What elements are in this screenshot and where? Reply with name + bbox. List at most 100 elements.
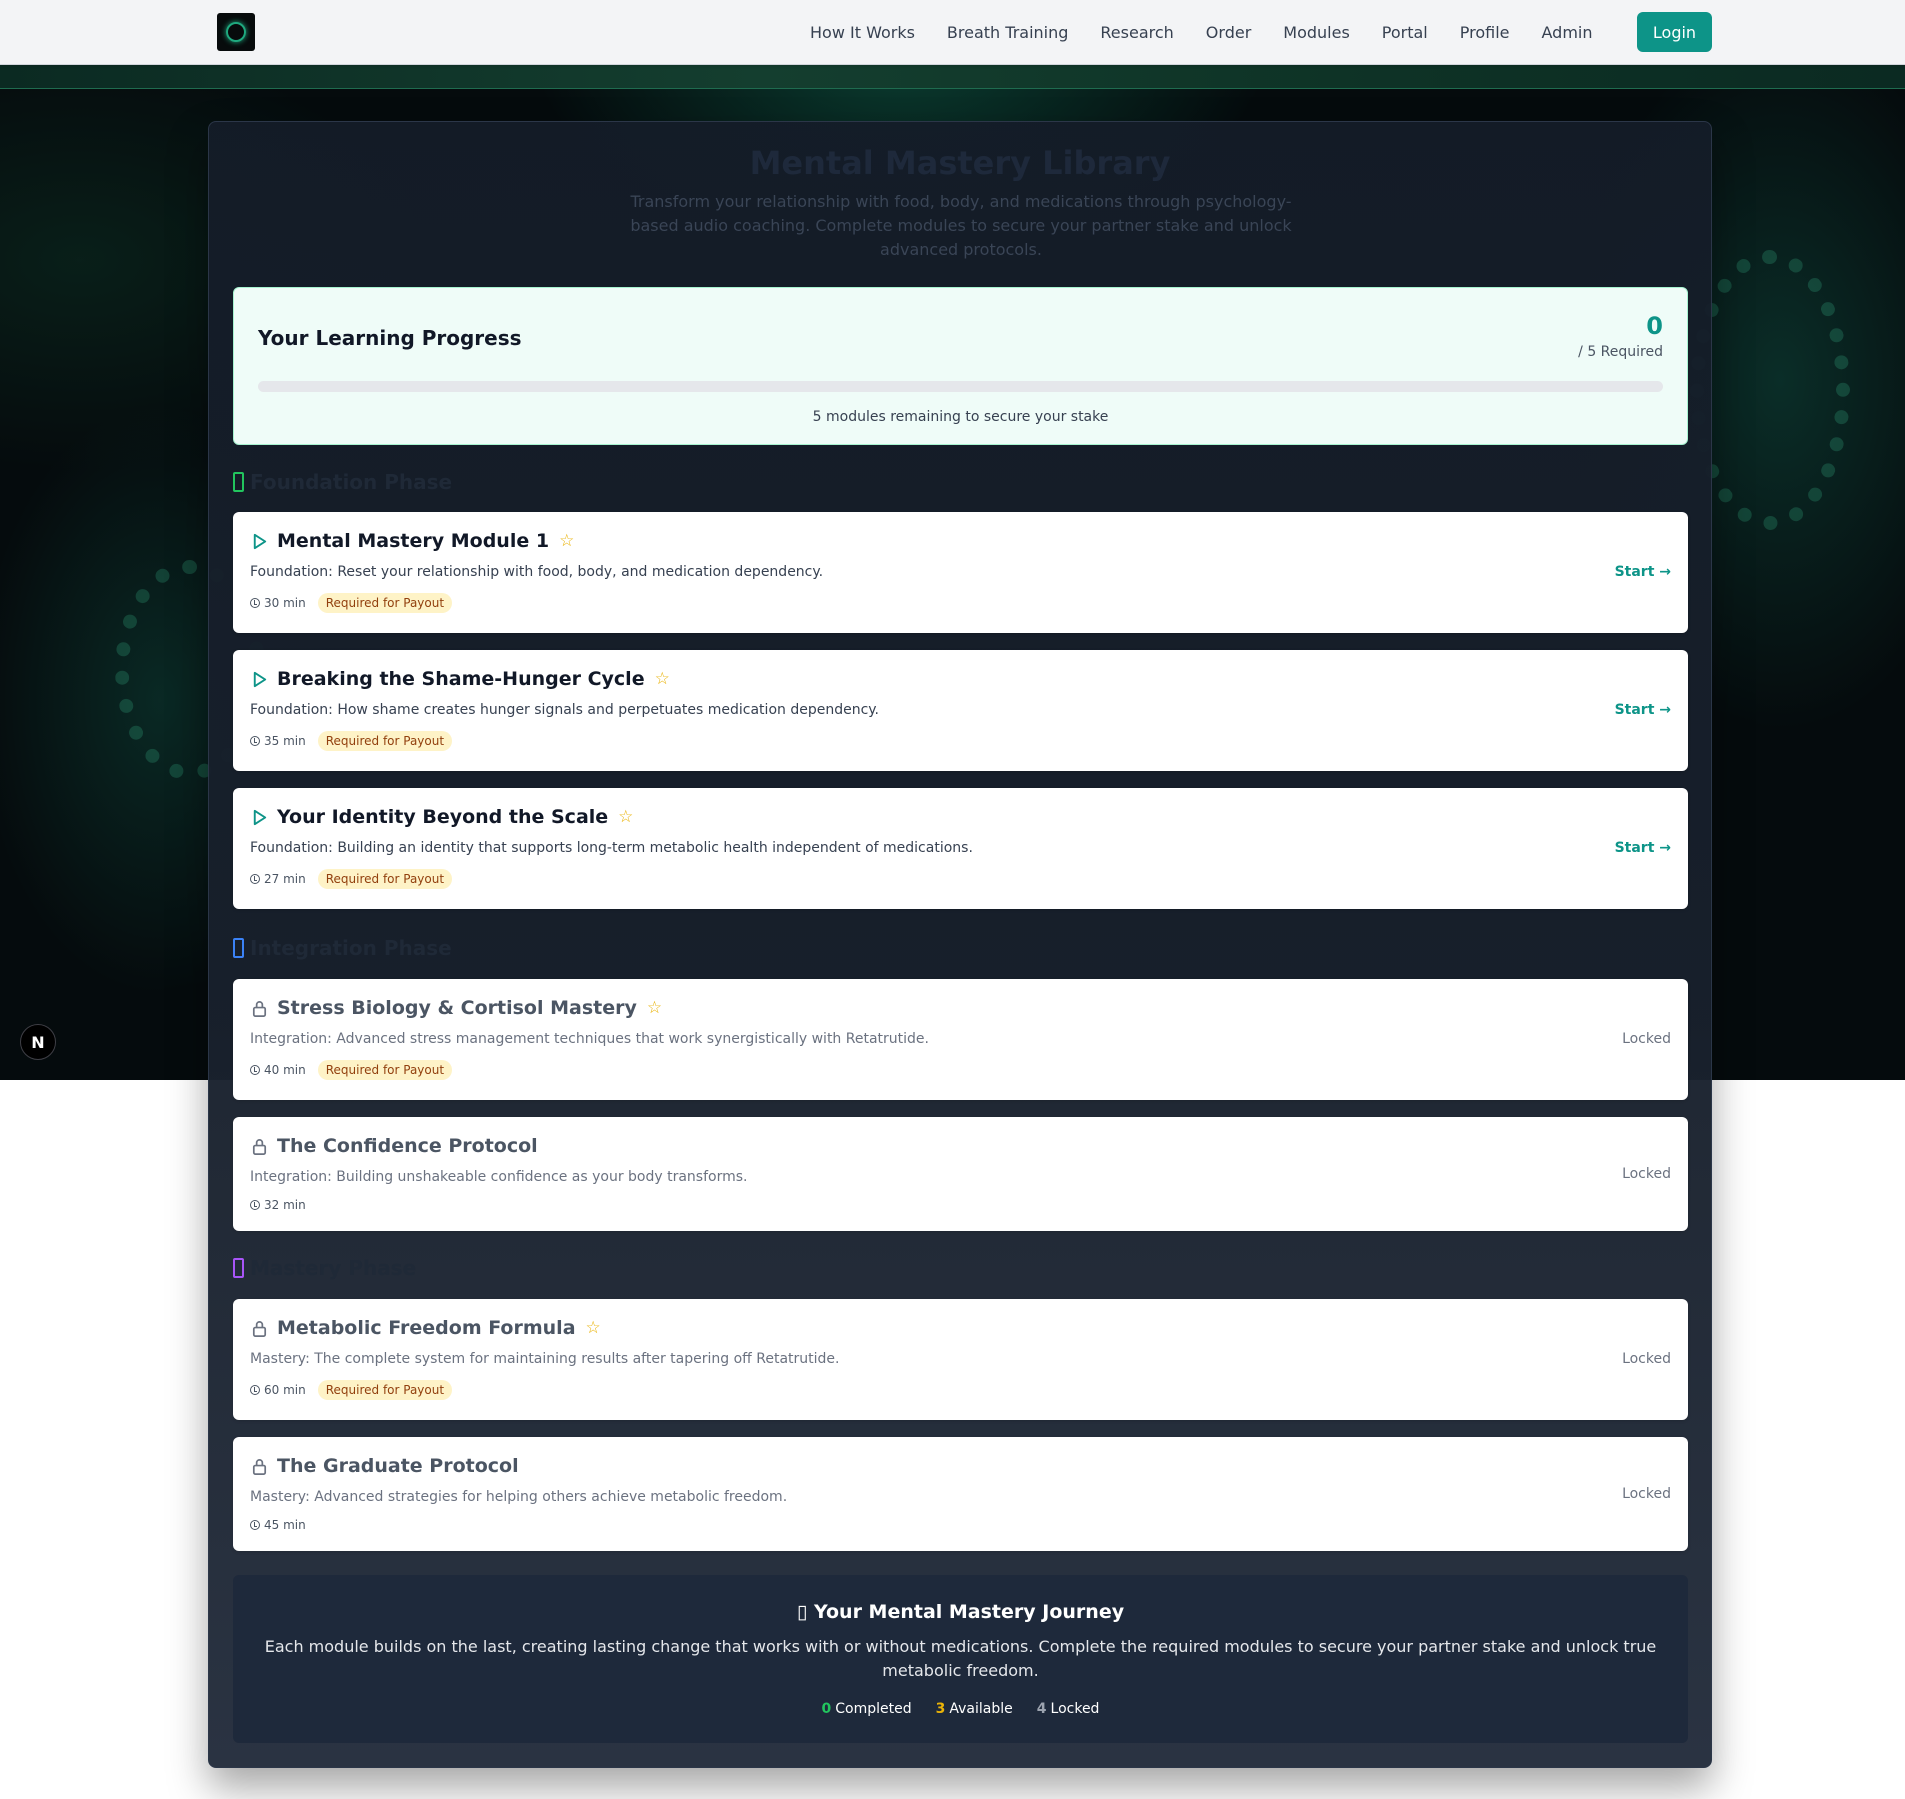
module-description: Foundation: Reset your relationship with… <box>250 564 824 580</box>
phase-marker-icon <box>233 938 244 958</box>
nav-link-order[interactable]: Order <box>1206 23 1251 42</box>
stat-value: 0 <box>821 1701 832 1717</box>
module-duration: 32 min <box>250 1198 306 1212</box>
module-title: Breaking the Shame-Hunger Cycle <box>277 668 645 690</box>
module-card-locked: Metabolic Freedom Formula ☆ Mastery: The… <box>233 1299 1688 1420</box>
module-description: Mastery: Advanced strategies for helping… <box>250 1489 788 1505</box>
module-title: Stress Biology & Cortisol Mastery <box>277 997 637 1019</box>
clock-icon <box>250 1385 260 1395</box>
play-icon <box>253 809 267 825</box>
progress-count: 0 <box>1646 312 1663 340</box>
stat-label: Locked <box>1050 1701 1100 1717</box>
module-header: Your Identity Beyond the Scale ☆ <box>250 806 633 828</box>
stat-value: 4 <box>1036 1701 1047 1717</box>
star-icon: ☆ <box>654 669 670 689</box>
nav-link-admin[interactable]: Admin <box>1542 23 1593 42</box>
duration-text: 27 min <box>264 872 306 886</box>
nav-link-profile[interactable]: Profile <box>1460 23 1510 42</box>
module-meta: 45 min <box>250 1518 306 1532</box>
progress-note: 5 modules remaining to secure your stake <box>812 409 1109 425</box>
nav-link-breath-training[interactable]: Breath Training <box>947 23 1068 42</box>
nav-links: How It Works Breath Training Research Or… <box>810 0 1625 65</box>
module-title: Mental Mastery Module 1 <box>277 530 550 552</box>
stat-label: Available <box>949 1701 1013 1717</box>
journey-summary: ▯ Your Mental Mastery Journey Each modul… <box>233 1575 1688 1743</box>
required-badge: Required for Payout <box>317 1380 453 1400</box>
nav-link-research[interactable]: Research <box>1100 23 1173 42</box>
dev-tools-badge[interactable]: N <box>20 1024 56 1060</box>
learning-progress-card: Your Learning Progress 0 / 5 Required 5 … <box>233 287 1688 445</box>
progress-bar <box>258 381 1663 392</box>
required-badge: Required for Payout <box>317 1060 453 1080</box>
start-button[interactable]: Start → <box>1615 840 1671 856</box>
module-duration: 30 min <box>250 596 306 610</box>
brain-icon: ▯ <box>796 1601 814 1623</box>
duration-text: 60 min <box>264 1383 306 1397</box>
lock-icon <box>252 1138 267 1155</box>
module-duration: 60 min <box>250 1383 306 1397</box>
progress-title: Your Learning Progress <box>258 326 522 350</box>
module-meta: 30 min Required for Payout <box>250 593 453 613</box>
play-icon <box>253 533 267 549</box>
hero-strip <box>0 65 1905 89</box>
module-meta: 32 min <box>250 1198 306 1212</box>
phase-marker-icon <box>233 1258 244 1278</box>
login-button[interactable]: Login <box>1637 12 1712 52</box>
module-meta: 40 min Required for Payout <box>250 1060 453 1080</box>
start-button[interactable]: Start → <box>1615 702 1671 718</box>
module-duration: 45 min <box>250 1518 306 1532</box>
required-badge: Required for Payout <box>317 593 453 613</box>
module-title: The Graduate Protocol <box>277 1455 519 1477</box>
duration-text: 30 min <box>264 596 306 610</box>
module-description: Mastery: The complete system for maintai… <box>250 1351 840 1367</box>
phase-title: Integration Phase <box>250 936 452 960</box>
nav-link-how-it-works[interactable]: How It Works <box>810 23 915 42</box>
progress-required: / 5 Required <box>1578 344 1663 360</box>
duration-text: 45 min <box>264 1518 306 1532</box>
phase-marker-icon <box>233 472 244 492</box>
duration-text: 32 min <box>264 1198 306 1212</box>
module-card-locked: The Confidence Protocol Integration: Bui… <box>233 1117 1688 1231</box>
phase-header-mastery: Mastery Phase <box>233 1255 416 1281</box>
module-header: The Confidence Protocol <box>250 1135 538 1157</box>
start-button[interactable]: Start → <box>1615 564 1671 580</box>
page-subtitle: Transform your relationship with food, b… <box>630 192 1292 259</box>
clock-icon <box>250 736 260 746</box>
module-card[interactable]: Breaking the Shame-Hunger Cycle ☆ Founda… <box>233 650 1688 771</box>
module-description: Foundation: How shame creates hunger sig… <box>250 702 880 718</box>
module-duration: 40 min <box>250 1063 306 1077</box>
module-card[interactable]: Mental Mastery Module 1 ☆ Foundation: Re… <box>233 512 1688 633</box>
module-duration: 35 min <box>250 734 306 748</box>
stat-label: Completed <box>835 1701 912 1717</box>
clock-icon <box>250 1520 260 1530</box>
journey-title: ▯ Your Mental Mastery Journey <box>233 1601 1688 1623</box>
stat-completed: 0 Completed <box>822 1701 912 1717</box>
module-card-locked: Stress Biology & Cortisol Mastery ☆ Inte… <box>233 979 1688 1100</box>
lock-icon <box>252 1000 267 1017</box>
top-navigation: How It Works Breath Training Research Or… <box>0 0 1905 65</box>
brain-logo-icon[interactable] <box>217 13 255 51</box>
journey-stats: 0 Completed 3 Available 4 Locked <box>233 1701 1688 1717</box>
module-description: Foundation: Building an identity that su… <box>250 840 973 856</box>
star-icon: ☆ <box>646 998 663 1018</box>
locked-status: Locked <box>1622 1166 1671 1182</box>
lock-icon <box>252 1320 267 1337</box>
module-title: The Confidence Protocol <box>277 1135 538 1157</box>
module-meta: 27 min Required for Payout <box>250 869 453 889</box>
page-title: Mental Mastery Library <box>749 144 1171 182</box>
module-meta: 60 min Required for Payout <box>250 1380 453 1400</box>
decorative-ring <box>1690 250 1850 530</box>
nav-link-portal[interactable]: Portal <box>1382 23 1428 42</box>
locked-status: Locked <box>1622 1486 1671 1502</box>
duration-text: 40 min <box>264 1063 306 1077</box>
clock-icon <box>250 1065 260 1075</box>
clock-icon <box>250 1200 260 1210</box>
stat-available: 3 Available <box>936 1701 1013 1717</box>
star-icon: ☆ <box>618 807 634 827</box>
clock-icon <box>250 598 260 608</box>
module-header: Mental Mastery Module 1 ☆ <box>250 530 574 552</box>
nav-link-modules[interactable]: Modules <box>1283 23 1350 42</box>
module-card[interactable]: Your Identity Beyond the Scale ☆ Foundat… <box>233 788 1688 909</box>
module-description: Integration: Building unshakeable confid… <box>250 1169 748 1185</box>
phase-title: Mastery Phase <box>250 1256 417 1280</box>
